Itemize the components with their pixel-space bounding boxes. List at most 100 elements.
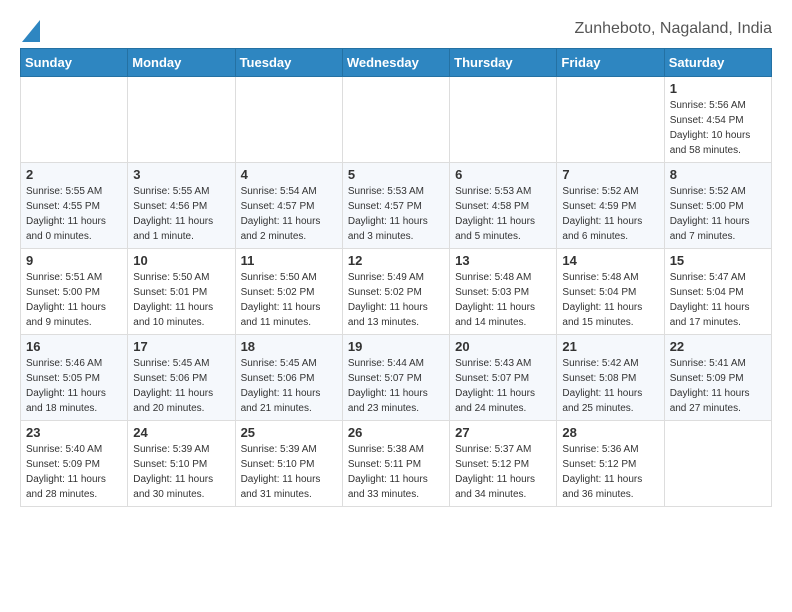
calendar-cell: 16 Sunrise: 5:46 AM Sunset: 5:05 PM Dayli… xyxy=(21,335,128,421)
col-thursday: Thursday xyxy=(450,49,557,77)
day-number: 1 xyxy=(670,81,766,96)
day-info: Sunrise: 5:52 AM Sunset: 4:59 PM Dayligh… xyxy=(562,184,658,244)
day-number: 14 xyxy=(562,253,658,268)
day-number: 4 xyxy=(241,167,337,182)
calendar-week-2: 2 Sunrise: 5:55 AM Sunset: 4:55 PM Daylig… xyxy=(21,163,772,249)
calendar-cell: 10 Sunrise: 5:50 AM Sunset: 5:01 PM Dayli… xyxy=(128,249,235,335)
calendar-cell: 25 Sunrise: 5:39 AM Sunset: 5:10 PM Dayli… xyxy=(235,421,342,507)
col-friday: Friday xyxy=(557,49,664,77)
calendar-cell: 28 Sunrise: 5:36 AM Sunset: 5:12 PM Dayli… xyxy=(557,421,664,507)
day-number: 17 xyxy=(133,339,229,354)
day-info: Sunrise: 5:54 AM Sunset: 4:57 PM Dayligh… xyxy=(241,184,337,244)
calendar-cell xyxy=(128,77,235,163)
day-info: Sunrise: 5:39 AM Sunset: 5:10 PM Dayligh… xyxy=(241,442,337,502)
day-info: Sunrise: 5:52 AM Sunset: 5:00 PM Dayligh… xyxy=(670,184,766,244)
calendar-cell: 3 Sunrise: 5:55 AM Sunset: 4:56 PM Daylig… xyxy=(128,163,235,249)
day-info: Sunrise: 5:42 AM Sunset: 5:08 PM Dayligh… xyxy=(562,356,658,416)
calendar-cell xyxy=(557,77,664,163)
calendar-cell xyxy=(235,77,342,163)
day-number: 20 xyxy=(455,339,551,354)
day-info: Sunrise: 5:55 AM Sunset: 4:55 PM Dayligh… xyxy=(26,184,122,244)
calendar-cell: 12 Sunrise: 5:49 AM Sunset: 5:02 PM Dayli… xyxy=(342,249,449,335)
day-info: Sunrise: 5:37 AM Sunset: 5:12 PM Dayligh… xyxy=(455,442,551,502)
col-saturday: Saturday xyxy=(664,49,771,77)
calendar-cell: 26Sunrise: 5:38 AM Sunset: 5:11 PM Dayli… xyxy=(342,421,449,507)
calendar-cell: 7 Sunrise: 5:52 AM Sunset: 4:59 PM Daylig… xyxy=(557,163,664,249)
day-info: Sunrise: 5:56 AM Sunset: 4:54 PM Dayligh… xyxy=(670,98,766,158)
day-info: Sunrise: 5:53 AM Sunset: 4:57 PM Dayligh… xyxy=(348,184,444,244)
calendar-cell xyxy=(342,77,449,163)
calendar-header-row: Sunday Monday Tuesday Wednesday Thursday… xyxy=(21,49,772,77)
day-number: 28 xyxy=(562,425,658,440)
col-sunday: Sunday xyxy=(21,49,128,77)
calendar-cell xyxy=(664,421,771,507)
calendar-table: Sunday Monday Tuesday Wednesday Thursday… xyxy=(20,48,772,507)
day-number: 18 xyxy=(241,339,337,354)
calendar-cell: 21Sunrise: 5:42 AM Sunset: 5:08 PM Dayli… xyxy=(557,335,664,421)
day-number: 7 xyxy=(562,167,658,182)
location-subtitle: Zunheboto, Nagaland, India xyxy=(575,20,772,38)
calendar-cell: 15 Sunrise: 5:47 AM Sunset: 5:04 PM Dayli… xyxy=(664,249,771,335)
col-wednesday: Wednesday xyxy=(342,49,449,77)
calendar-week-3: 9 Sunrise: 5:51 AM Sunset: 5:00 PM Daylig… xyxy=(21,249,772,335)
calendar-week-1: 1 Sunrise: 5:56 AM Sunset: 4:54 PM Daylig… xyxy=(21,77,772,163)
logo-icon xyxy=(22,20,40,42)
calendar-cell: 13Sunrise: 5:48 AM Sunset: 5:03 PM Dayli… xyxy=(450,249,557,335)
calendar-cell: 8 Sunrise: 5:52 AM Sunset: 5:00 PM Daylig… xyxy=(664,163,771,249)
day-info: Sunrise: 5:50 AM Sunset: 5:01 PM Dayligh… xyxy=(133,270,229,330)
day-info: Sunrise: 5:47 AM Sunset: 5:04 PM Dayligh… xyxy=(670,270,766,330)
calendar-cell: 23Sunrise: 5:40 AM Sunset: 5:09 PM Dayli… xyxy=(21,421,128,507)
calendar-cell: 14 Sunrise: 5:48 AM Sunset: 5:04 PM Dayli… xyxy=(557,249,664,335)
day-info: Sunrise: 5:48 AM Sunset: 5:03 PM Dayligh… xyxy=(455,270,551,330)
day-number: 23 xyxy=(26,425,122,440)
calendar-cell: 18 Sunrise: 5:45 AM Sunset: 5:06 PM Dayli… xyxy=(235,335,342,421)
day-number: 3 xyxy=(133,167,229,182)
page-header: Zunheboto, Nagaland, India xyxy=(20,20,772,38)
day-info: Sunrise: 5:51 AM Sunset: 5:00 PM Dayligh… xyxy=(26,270,122,330)
calendar-cell: 19 Sunrise: 5:44 AM Sunset: 5:07 PM Dayli… xyxy=(342,335,449,421)
day-number: 10 xyxy=(133,253,229,268)
col-tuesday: Tuesday xyxy=(235,49,342,77)
day-number: 9 xyxy=(26,253,122,268)
day-number: 6 xyxy=(455,167,551,182)
calendar-cell xyxy=(21,77,128,163)
calendar-cell: 6 Sunrise: 5:53 AM Sunset: 4:58 PM Daylig… xyxy=(450,163,557,249)
day-number: 27 xyxy=(455,425,551,440)
day-number: 15 xyxy=(670,253,766,268)
logo xyxy=(20,20,40,38)
calendar-cell: 27 Sunrise: 5:37 AM Sunset: 5:12 PM Dayli… xyxy=(450,421,557,507)
day-number: 25 xyxy=(241,425,337,440)
day-number: 24 xyxy=(133,425,229,440)
calendar-cell: 24 Sunrise: 5:39 AM Sunset: 5:10 PM Dayli… xyxy=(128,421,235,507)
calendar-cell: 22Sunrise: 5:41 AM Sunset: 5:09 PM Dayli… xyxy=(664,335,771,421)
calendar-cell: 17 Sunrise: 5:45 AM Sunset: 5:06 PM Dayli… xyxy=(128,335,235,421)
col-monday: Monday xyxy=(128,49,235,77)
day-info: Sunrise: 5:43 AM Sunset: 5:07 PM Dayligh… xyxy=(455,356,551,416)
day-number: 26 xyxy=(348,425,444,440)
day-number: 5 xyxy=(348,167,444,182)
day-number: 11 xyxy=(241,253,337,268)
day-info: Sunrise: 5:46 AM Sunset: 5:05 PM Dayligh… xyxy=(26,356,122,416)
day-info: Sunrise: 5:53 AM Sunset: 4:58 PM Dayligh… xyxy=(455,184,551,244)
day-info: Sunrise: 5:39 AM Sunset: 5:10 PM Dayligh… xyxy=(133,442,229,502)
day-number: 12 xyxy=(348,253,444,268)
day-number: 8 xyxy=(670,167,766,182)
calendar-week-4: 16 Sunrise: 5:46 AM Sunset: 5:05 PM Dayli… xyxy=(21,335,772,421)
calendar-cell: 20 Sunrise: 5:43 AM Sunset: 5:07 PM Dayli… xyxy=(450,335,557,421)
calendar-cell: 4 Sunrise: 5:54 AM Sunset: 4:57 PM Daylig… xyxy=(235,163,342,249)
day-info: Sunrise: 5:49 AM Sunset: 5:02 PM Dayligh… xyxy=(348,270,444,330)
title-block: Zunheboto, Nagaland, India xyxy=(575,20,772,38)
day-info: Sunrise: 5:48 AM Sunset: 5:04 PM Dayligh… xyxy=(562,270,658,330)
day-info: Sunrise: 5:41 AM Sunset: 5:09 PM Dayligh… xyxy=(670,356,766,416)
day-info: Sunrise: 5:44 AM Sunset: 5:07 PM Dayligh… xyxy=(348,356,444,416)
day-info: Sunrise: 5:36 AM Sunset: 5:12 PM Dayligh… xyxy=(562,442,658,502)
calendar-cell xyxy=(450,77,557,163)
calendar-cell: 9 Sunrise: 5:51 AM Sunset: 5:00 PM Daylig… xyxy=(21,249,128,335)
day-info: Sunrise: 5:55 AM Sunset: 4:56 PM Dayligh… xyxy=(133,184,229,244)
calendar-week-5: 23Sunrise: 5:40 AM Sunset: 5:09 PM Dayli… xyxy=(21,421,772,507)
day-number: 19 xyxy=(348,339,444,354)
day-info: Sunrise: 5:45 AM Sunset: 5:06 PM Dayligh… xyxy=(241,356,337,416)
day-number: 2 xyxy=(26,167,122,182)
day-number: 16 xyxy=(26,339,122,354)
day-info: Sunrise: 5:45 AM Sunset: 5:06 PM Dayligh… xyxy=(133,356,229,416)
